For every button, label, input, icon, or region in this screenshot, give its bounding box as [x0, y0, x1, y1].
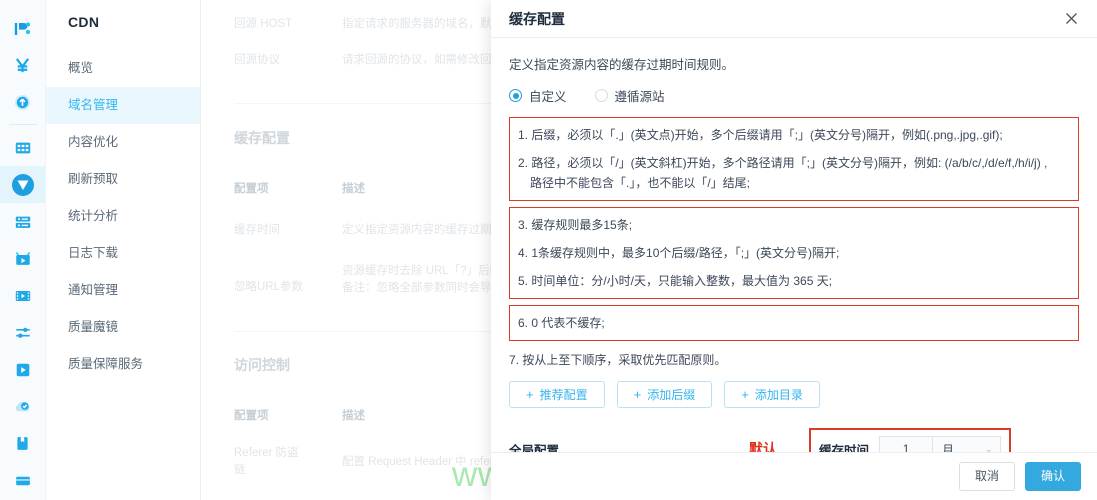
add-directory-button[interactable]: + 添加目录 [724, 381, 820, 408]
server-list-icon[interactable] [0, 203, 46, 240]
rule-item-2-line2: 路径中不能包含「.」，也不能以「/」结尾; [530, 176, 751, 190]
sidebar-item-refresh-prefetch[interactable]: 刷新预取 [46, 161, 200, 198]
side-navigation: CDN 概览 域名管理 内容优化 刷新预取 统计分析 日志下载 通知管理 质量魔… [46, 0, 201, 500]
radio-follow-origin-label: 遵循源站 [614, 90, 665, 104]
column-header-config: 配置项 [234, 410, 269, 422]
cache-time-label: 缓存时间 [819, 443, 870, 453]
rail-divider [8, 124, 37, 125]
column-header-config: 配置项 [234, 183, 269, 195]
sidebar-item-log-download[interactable]: 日志下载 [46, 235, 200, 272]
video-on-demand-icon[interactable] [0, 277, 46, 314]
config-name-line2: 链 [234, 464, 246, 476]
storage-book-icon[interactable] [0, 425, 46, 462]
app-root: CDN 概览 域名管理 内容优化 刷新预取 统计分析 日志下载 通知管理 质量魔… [0, 0, 1097, 500]
icon-rail [0, 0, 46, 500]
radio-custom-dot [509, 89, 522, 102]
media-player-icon[interactable] [0, 351, 46, 388]
config-name: Referer 防盗 链 [234, 445, 342, 479]
rules-highlight-box-3: 6. 0 代表不缓存; [509, 305, 1079, 341]
logo-icon[interactable] [0, 10, 46, 47]
config-name: 回源协议 [234, 54, 280, 66]
cache-config-dialog: 缓存配置 定义指定资源内容的缓存过期时间规则。 自定义 遵循源站 1. 后缀，必… [491, 0, 1097, 500]
dialog-header: 缓存配置 [491, 0, 1097, 38]
upload-arrow-icon[interactable] [0, 84, 46, 121]
add-suffix-button[interactable]: + 添加后缀 [616, 381, 713, 408]
yuan-currency-icon[interactable] [0, 47, 46, 84]
nav-list: 概览 域名管理 内容优化 刷新预取 统计分析 日志下载 通知管理 质量魔镜 质量… [46, 50, 200, 383]
book-glyph [17, 437, 28, 450]
default-badge: 默认 [749, 441, 778, 452]
sliders-glyph [15, 327, 30, 338]
dialog-lead-text: 定义指定资源内容的缓存过期时间规则。 [509, 58, 735, 72]
cache-mode-radio-group: 自定义 遵循源站 [509, 86, 1079, 105]
config-name-line1: Referer 防盗 [234, 447, 299, 459]
add-suffix-label: 添加后缀 [647, 387, 696, 402]
dashboard-grid-icon[interactable] [0, 129, 46, 166]
dialog-title: 缓存配置 [509, 10, 565, 27]
radio-follow-origin-dot [594, 89, 608, 102]
rule-item-4: 4. 1条缓存规则中，最多10个后缀/路径，「;」(英文分号)隔开; [518, 246, 840, 260]
rule-item-2-line1: 2. 路径，必须以「/」(英文斜杠)开始，多个路径请用「;」(英文分号)隔开，例… [518, 156, 1048, 170]
grid-glyph [15, 142, 30, 153]
sidebar-item-quality-mirror[interactable]: 质量魔镜 [46, 309, 200, 346]
plus-icon: + [741, 387, 749, 402]
radio-follow-origin[interactable]: 遵循源站 [594, 86, 665, 105]
global-config-row: 全局配置 默认 缓存时间 月 ⌄ [509, 428, 1079, 452]
live-video-icon[interactable] [0, 240, 46, 277]
global-config-label: 全局配置 [509, 443, 560, 453]
rules-highlight-box-2: 3. 缓存规则最多15条; 4. 1条缓存规则中，最多10个后缀/路径，「;」(… [509, 207, 1079, 299]
box-glyph [15, 476, 30, 485]
sidebar-item-statistics[interactable]: 统计分析 [46, 198, 200, 235]
cdn-shield-icon[interactable] [0, 166, 46, 203]
radio-custom[interactable]: 自定义 [509, 86, 567, 105]
plus-icon: + [633, 387, 642, 402]
config-name: 忽略URL参数 [234, 281, 304, 293]
logo-glyph [14, 21, 30, 35]
server-glyph [15, 216, 30, 228]
box-icon[interactable] [0, 462, 46, 499]
sidebar-item-overview[interactable]: 概览 [46, 50, 200, 87]
player-glyph [16, 363, 29, 376]
live-glyph [15, 251, 30, 265]
radio-custom-label: 自定义 [529, 90, 567, 104]
sidebar-item-notification[interactable]: 通知管理 [46, 272, 200, 309]
cache-time-unit-select[interactable]: 月 ⌄ [933, 436, 1002, 453]
config-name: 回源 HOST [234, 18, 293, 30]
media-settings-icon[interactable] [0, 314, 46, 351]
recommended-config-button[interactable]: + 推荐配置 [509, 381, 605, 408]
recommended-config-label: 推荐配置 [539, 387, 588, 402]
dialog-body: 定义指定资源内容的缓存过期时间规则。 自定义 遵循源站 1. 后缀，必须以「.」… [491, 38, 1097, 452]
rule-item-5: 5. 时间单位：分/小时/天，只能输入整数，最大值为 365 天; [518, 274, 833, 288]
sidebar-item-domain-management[interactable]: 域名管理 [46, 87, 200, 124]
plus-icon: + [526, 387, 534, 402]
cloud-check-icon[interactable] [0, 388, 46, 425]
sidebar-item-quality-assurance[interactable]: 质量保障服务 [46, 346, 200, 383]
confirm-button[interactable]: 确认 [1024, 461, 1081, 492]
cache-time-input[interactable] [879, 436, 934, 452]
add-directory-label: 添加目录 [754, 387, 803, 402]
vod-glyph [15, 290, 30, 301]
rule-item-3: 3. 缓存规则最多15条; [518, 218, 633, 232]
rule-item-2: 2. 路径，必须以「/」(英文斜杠)开始，多个路径请用「;」(英文分号)隔开，例… [518, 153, 1072, 193]
product-title: CDN [68, 14, 100, 30]
close-icon[interactable] [1061, 9, 1081, 29]
config-name: 缓存时间 [234, 224, 280, 236]
cloud-glyph [15, 401, 30, 412]
cancel-button[interactable]: 取消 [958, 461, 1015, 492]
rule-item-6: 6. 0 代表不缓存; [518, 316, 605, 330]
close-glyph [1065, 13, 1077, 24]
shield-glyph [11, 173, 34, 196]
rule-action-buttons: + 推荐配置 + 添加后缀 + 添加目录 [509, 381, 1079, 408]
cache-time-unit-value: 月 [942, 442, 955, 453]
chevron-down-icon: ⌄ [984, 443, 994, 453]
dialog-footer: 取消 确认 [491, 452, 1097, 500]
sidebar-item-content-optimization[interactable]: 内容优化 [46, 124, 200, 161]
rule-item-1: 1. 后缀，必须以「.」(英文点)开始，多个后缀请用「;」(英文分号)隔开，例如… [518, 128, 1003, 142]
upload-glyph [14, 94, 31, 111]
rules-highlight-box-1: 1. 后缀，必须以「.」(英文点)开始，多个后缀请用「;」(英文分号)隔开，例如… [509, 117, 1079, 201]
yuan-glyph [15, 58, 30, 73]
rule-item-7: 7. 按从上至下顺序，采取优先匹配原则。 [509, 353, 727, 367]
cache-time-field-group: 缓存时间 月 ⌄ [809, 428, 1012, 453]
